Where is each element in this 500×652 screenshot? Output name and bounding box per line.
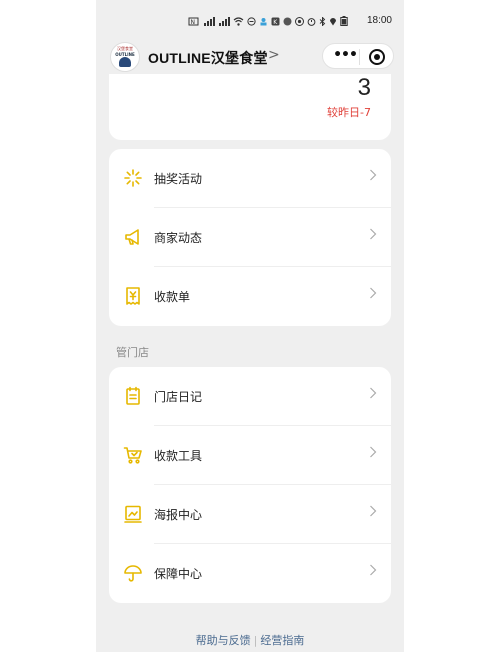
app-icon — [295, 16, 304, 28]
megaphone-icon — [123, 227, 143, 247]
chevron-right-icon — [369, 287, 377, 303]
menu-item-label: 保障中心 — [154, 567, 203, 581]
store-logo[interactable]: 汉堡食堂 OUTLINE — [110, 42, 140, 72]
close-target-icon[interactable] — [369, 49, 385, 65]
status-time: 18:00 — [366, 15, 392, 26]
app-icon — [259, 17, 268, 28]
nfc-icon: N — [188, 17, 200, 28]
menu-card-1: 抽奖活动 商家动态 收款单 — [109, 149, 391, 326]
menu-item-label: 门店日记 — [154, 390, 203, 404]
stat-value: 3 — [357, 74, 371, 101]
chevron-right-icon[interactable]: > — [268, 47, 280, 63]
svg-text:N: N — [191, 19, 196, 26]
alarm-icon — [307, 17, 316, 28]
wifi-icon — [233, 16, 244, 28]
stat-compare: 较昨日-7 — [327, 106, 371, 119]
lottery-icon — [123, 168, 143, 188]
poster-icon — [123, 504, 143, 524]
status-bar: N K 18:00 — [96, 0, 404, 44]
menu-item-label: 海报中心 — [154, 508, 203, 522]
bluetooth-icon — [319, 15, 326, 28]
battery-icon — [340, 16, 348, 28]
menu-item-label: 收款单 — [154, 290, 191, 304]
chevron-right-icon — [369, 169, 377, 185]
signal-icon — [218, 16, 230, 28]
mini-program-capsule: ••• — [322, 43, 394, 69]
signal-icon — [203, 16, 215, 28]
app-icon: K — [271, 17, 280, 28]
cart-icon — [123, 445, 143, 465]
menu-item-protection-center[interactable]: 保障中心 — [109, 544, 391, 603]
location-icon — [329, 17, 337, 28]
section-title: 管门店 — [116, 346, 149, 359]
diary-icon — [123, 386, 143, 406]
menu-item-merchant-news[interactable]: 商家动态 — [109, 208, 391, 267]
stat-card: 3 较昨日-7 — [109, 74, 391, 140]
chevron-right-icon — [369, 228, 377, 244]
logo-figure — [119, 57, 131, 67]
app-icon — [283, 17, 292, 28]
more-button[interactable]: ••• — [333, 47, 358, 63]
phone-screen: N K 18:00 汉堡食堂 OUTLINE OUTLINE汉堡食堂 > •••… — [96, 0, 404, 652]
menu-item-label: 收款工具 — [154, 449, 203, 463]
menu-item-label: 商家动态 — [154, 231, 203, 245]
business-guide-link[interactable]: 经营指南 — [260, 634, 304, 647]
mini-program-nav-bar: 汉堡食堂 OUTLINE OUTLINE汉堡食堂 > ••• — [96, 40, 404, 74]
menu-card-2: 门店日记 收款工具 海报中心 保障中心 — [109, 367, 391, 603]
menu-item-label: 抽奖活动 — [154, 172, 203, 186]
chevron-right-icon — [369, 387, 377, 403]
menu-item-receipt[interactable]: 收款单 — [109, 267, 391, 326]
receipt-icon — [123, 286, 143, 306]
footer-separator: | — [253, 634, 258, 647]
chevron-right-icon — [369, 505, 377, 521]
chevron-right-icon — [369, 446, 377, 462]
capsule-divider — [359, 49, 360, 65]
store-title[interactable]: OUTLINE汉堡食堂 — [148, 48, 268, 68]
menu-item-poster-center[interactable]: 海报中心 — [109, 485, 391, 544]
footer-links: 帮助与反馈 | 经营指南 — [96, 632, 404, 648]
menu-item-store-diary[interactable]: 门店日记 — [109, 367, 391, 426]
do-not-disturb-icon — [247, 16, 256, 28]
menu-item-payment-tools[interactable]: 收款工具 — [109, 426, 391, 485]
status-icons: N K — [188, 15, 348, 28]
chevron-right-icon — [369, 564, 377, 580]
menu-item-lottery[interactable]: 抽奖活动 — [109, 149, 391, 208]
help-feedback-link[interactable]: 帮助与反馈 — [196, 634, 251, 647]
umbrella-icon — [123, 563, 143, 583]
